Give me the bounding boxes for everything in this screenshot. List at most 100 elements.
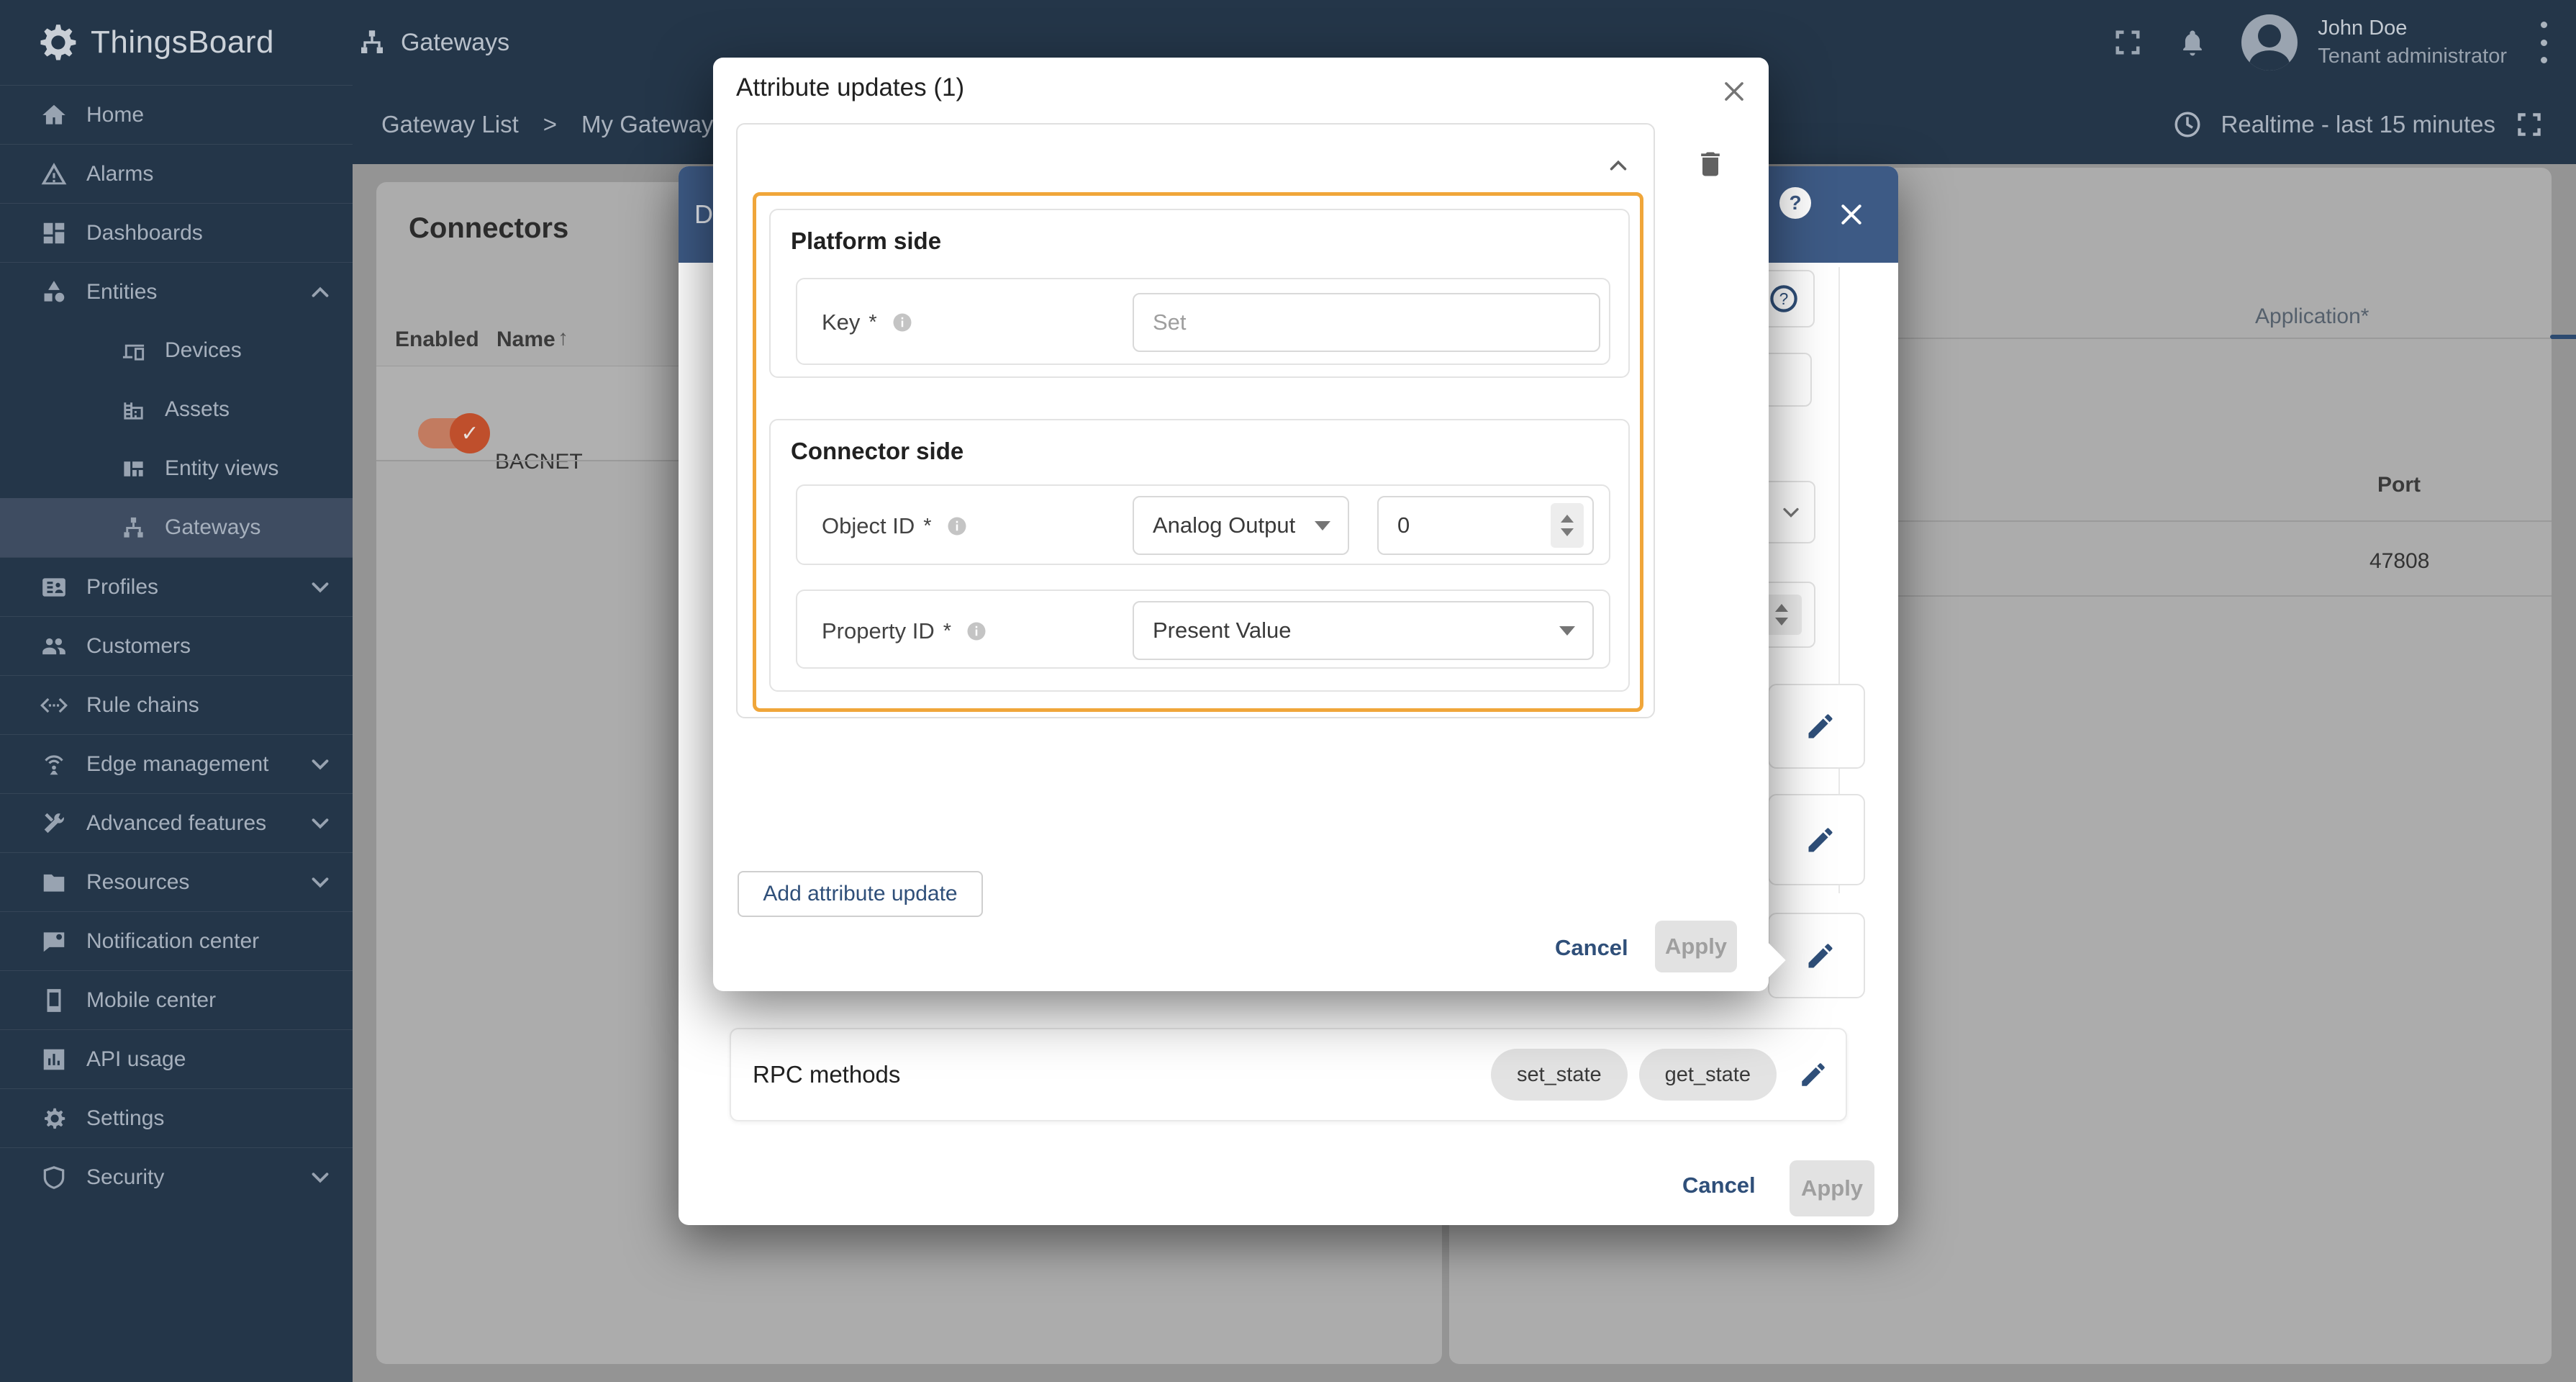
more-menu-icon[interactable] [2540, 22, 2547, 63]
popover-title: Attribute updates (1) [736, 73, 964, 102]
device-dialog-title-partial: D [694, 199, 713, 230]
info-icon[interactable] [892, 312, 913, 333]
object-number-input[interactable]: 0 [1377, 496, 1594, 555]
thingsboard-gear-icon [33, 19, 81, 66]
required-asterisk: * [943, 620, 951, 643]
sidebar-item-resources[interactable]: Resources [0, 852, 353, 911]
active-tab-underline [2550, 335, 2576, 339]
breadcrumb: Gateway List > My Gateway [381, 111, 713, 138]
edit-row-button[interactable] [1768, 913, 1865, 998]
attribute-update-card: Platform side Key* Connector side [736, 123, 1655, 718]
sidebar-item-entities[interactable]: Entities [0, 262, 353, 321]
connector-side-heading: Connector side [791, 438, 963, 465]
delete-attribute-trash-icon[interactable] [1695, 148, 1726, 180]
key-input[interactable] [1133, 293, 1600, 352]
property-id-field-row: Property ID* Present Value [796, 590, 1610, 669]
port-value: 47808 [2369, 549, 2429, 574]
edit-row-button[interactable] [1768, 794, 1865, 885]
collapse-chevron-up-icon[interactable] [1605, 152, 1632, 179]
sidebar-item-security[interactable]: Security [0, 1147, 353, 1206]
sidebar-nav: Home Alarms Dashboards Entities Devices … [0, 85, 353, 1382]
connector-name: BACNET [495, 450, 583, 474]
key-input-field[interactable] [1134, 310, 1599, 335]
info-icon[interactable] [946, 515, 968, 537]
chevron-up-icon [307, 279, 334, 306]
key-field-row: Key* [796, 278, 1610, 365]
edit-row-button[interactable] [1768, 684, 1865, 769]
dialog-cancel-button[interactable]: Cancel [1682, 1173, 1756, 1198]
sidebar-item-api-usage[interactable]: API usage [0, 1029, 353, 1088]
dialog-apply-button: Apply [1790, 1160, 1874, 1216]
sidebar-item-profiles[interactable]: Profiles [0, 557, 353, 616]
sidebar-item-label: Advanced features [86, 811, 266, 836]
help-icon[interactable]: ? [1779, 187, 1811, 219]
sidebar-item-label: Dashboards [86, 221, 203, 245]
column-header-name[interactable]: Name [496, 328, 555, 352]
key-field-label: Key* [822, 310, 913, 335]
sidebar-item-label: Assets [165, 397, 230, 422]
property-select[interactable]: Present Value [1133, 601, 1594, 660]
sidebar-item-alarms[interactable]: Alarms [0, 144, 353, 203]
timewindow-label[interactable]: Realtime - last 15 minutes [2221, 111, 2495, 138]
connector-enabled-toggle[interactable]: ✓ [418, 415, 490, 451]
sort-asc-icon[interactable]: ↑ [558, 326, 568, 351]
tab-application[interactable]: Application* [2255, 304, 2369, 329]
chevron-down-icon [307, 751, 334, 778]
popover-cancel-button[interactable]: Cancel [1555, 935, 1628, 961]
rpc-methods-label: RPC methods [753, 1061, 900, 1088]
sidebar-item-entity-views[interactable]: Entity views [0, 439, 353, 498]
sidebar-item-settings[interactable]: Settings [0, 1088, 353, 1147]
close-icon[interactable] [1837, 200, 1866, 229]
alarm-warning-icon [40, 161, 68, 188]
user-name: John Doe [2318, 17, 2507, 40]
fullscreen-icon[interactable] [2112, 27, 2144, 58]
sidebar-item-edge-management[interactable]: Edge management [0, 734, 353, 793]
edit-pencil-icon[interactable] [1798, 1060, 1828, 1090]
sidebar-item-notification-center[interactable]: Notification center [0, 911, 353, 970]
user-avatar[interactable] [2241, 14, 2298, 71]
sidebar-item-customers[interactable]: Customers [0, 616, 353, 675]
avatar-body [2249, 50, 2290, 71]
object-id-label: Object ID* [822, 513, 968, 539]
info-icon[interactable] [966, 620, 987, 642]
add-attribute-update-button[interactable]: Add attribute update [738, 871, 983, 917]
entity-views-icon [121, 456, 146, 482]
sidebar-item-gateways[interactable]: Gateways [0, 498, 353, 557]
dashboards-icon [40, 220, 68, 247]
sidebar-item-devices[interactable]: Devices [0, 321, 353, 380]
api-usage-chart-icon [40, 1046, 68, 1073]
clock-icon [2172, 109, 2203, 140]
svg-text:?: ? [1779, 289, 1789, 308]
close-icon[interactable] [1720, 78, 1748, 105]
sidebar-item-dashboards[interactable]: Dashboards [0, 203, 353, 262]
sidebar-item-label: Security [86, 1165, 164, 1190]
settings-gear-icon [40, 1105, 68, 1132]
sidebar-item-assets[interactable]: Assets [0, 380, 353, 439]
sidebar-item-mobile-center[interactable]: Mobile center [0, 970, 353, 1029]
devices-icon [121, 338, 146, 363]
select-caret-icon [1315, 521, 1330, 530]
breadcrumb-root[interactable]: Gateway List [381, 111, 519, 138]
entities-shapes-icon [40, 279, 68, 306]
required-asterisk: * [923, 515, 931, 538]
user-role: Tenant administrator [2318, 45, 2507, 68]
check-icon: ✓ [461, 421, 479, 446]
dashboard-fullscreen-icon[interactable] [2514, 109, 2544, 140]
rpc-methods-row: RPC methods set_state get_state [730, 1028, 1847, 1121]
hierarchy-icon [358, 28, 386, 57]
help-outline-icon: ? [1769, 284, 1799, 314]
sidebar-item-label: Mobile center [86, 988, 216, 1013]
breadcrumb-current: My Gateway [581, 111, 713, 138]
sidebar-item-label: Rule chains [86, 693, 199, 718]
number-spinner[interactable] [1551, 503, 1584, 548]
notifications-bell-icon[interactable] [2177, 27, 2208, 58]
sidebar-item-rule-chains[interactable]: Rule chains [0, 675, 353, 734]
sidebar-item-home[interactable]: Home [0, 85, 353, 144]
sidebar-item-label: Gateways [165, 515, 260, 540]
home-icon [40, 101, 68, 129]
thingsboard-logo[interactable]: ThingsBoard [33, 19, 274, 66]
object-type-select[interactable]: Analog Output [1133, 496, 1349, 555]
chevron-down-icon [307, 810, 334, 837]
sidebar-item-label: Home [86, 103, 144, 127]
sidebar-item-advanced-features[interactable]: Advanced features [0, 793, 353, 852]
